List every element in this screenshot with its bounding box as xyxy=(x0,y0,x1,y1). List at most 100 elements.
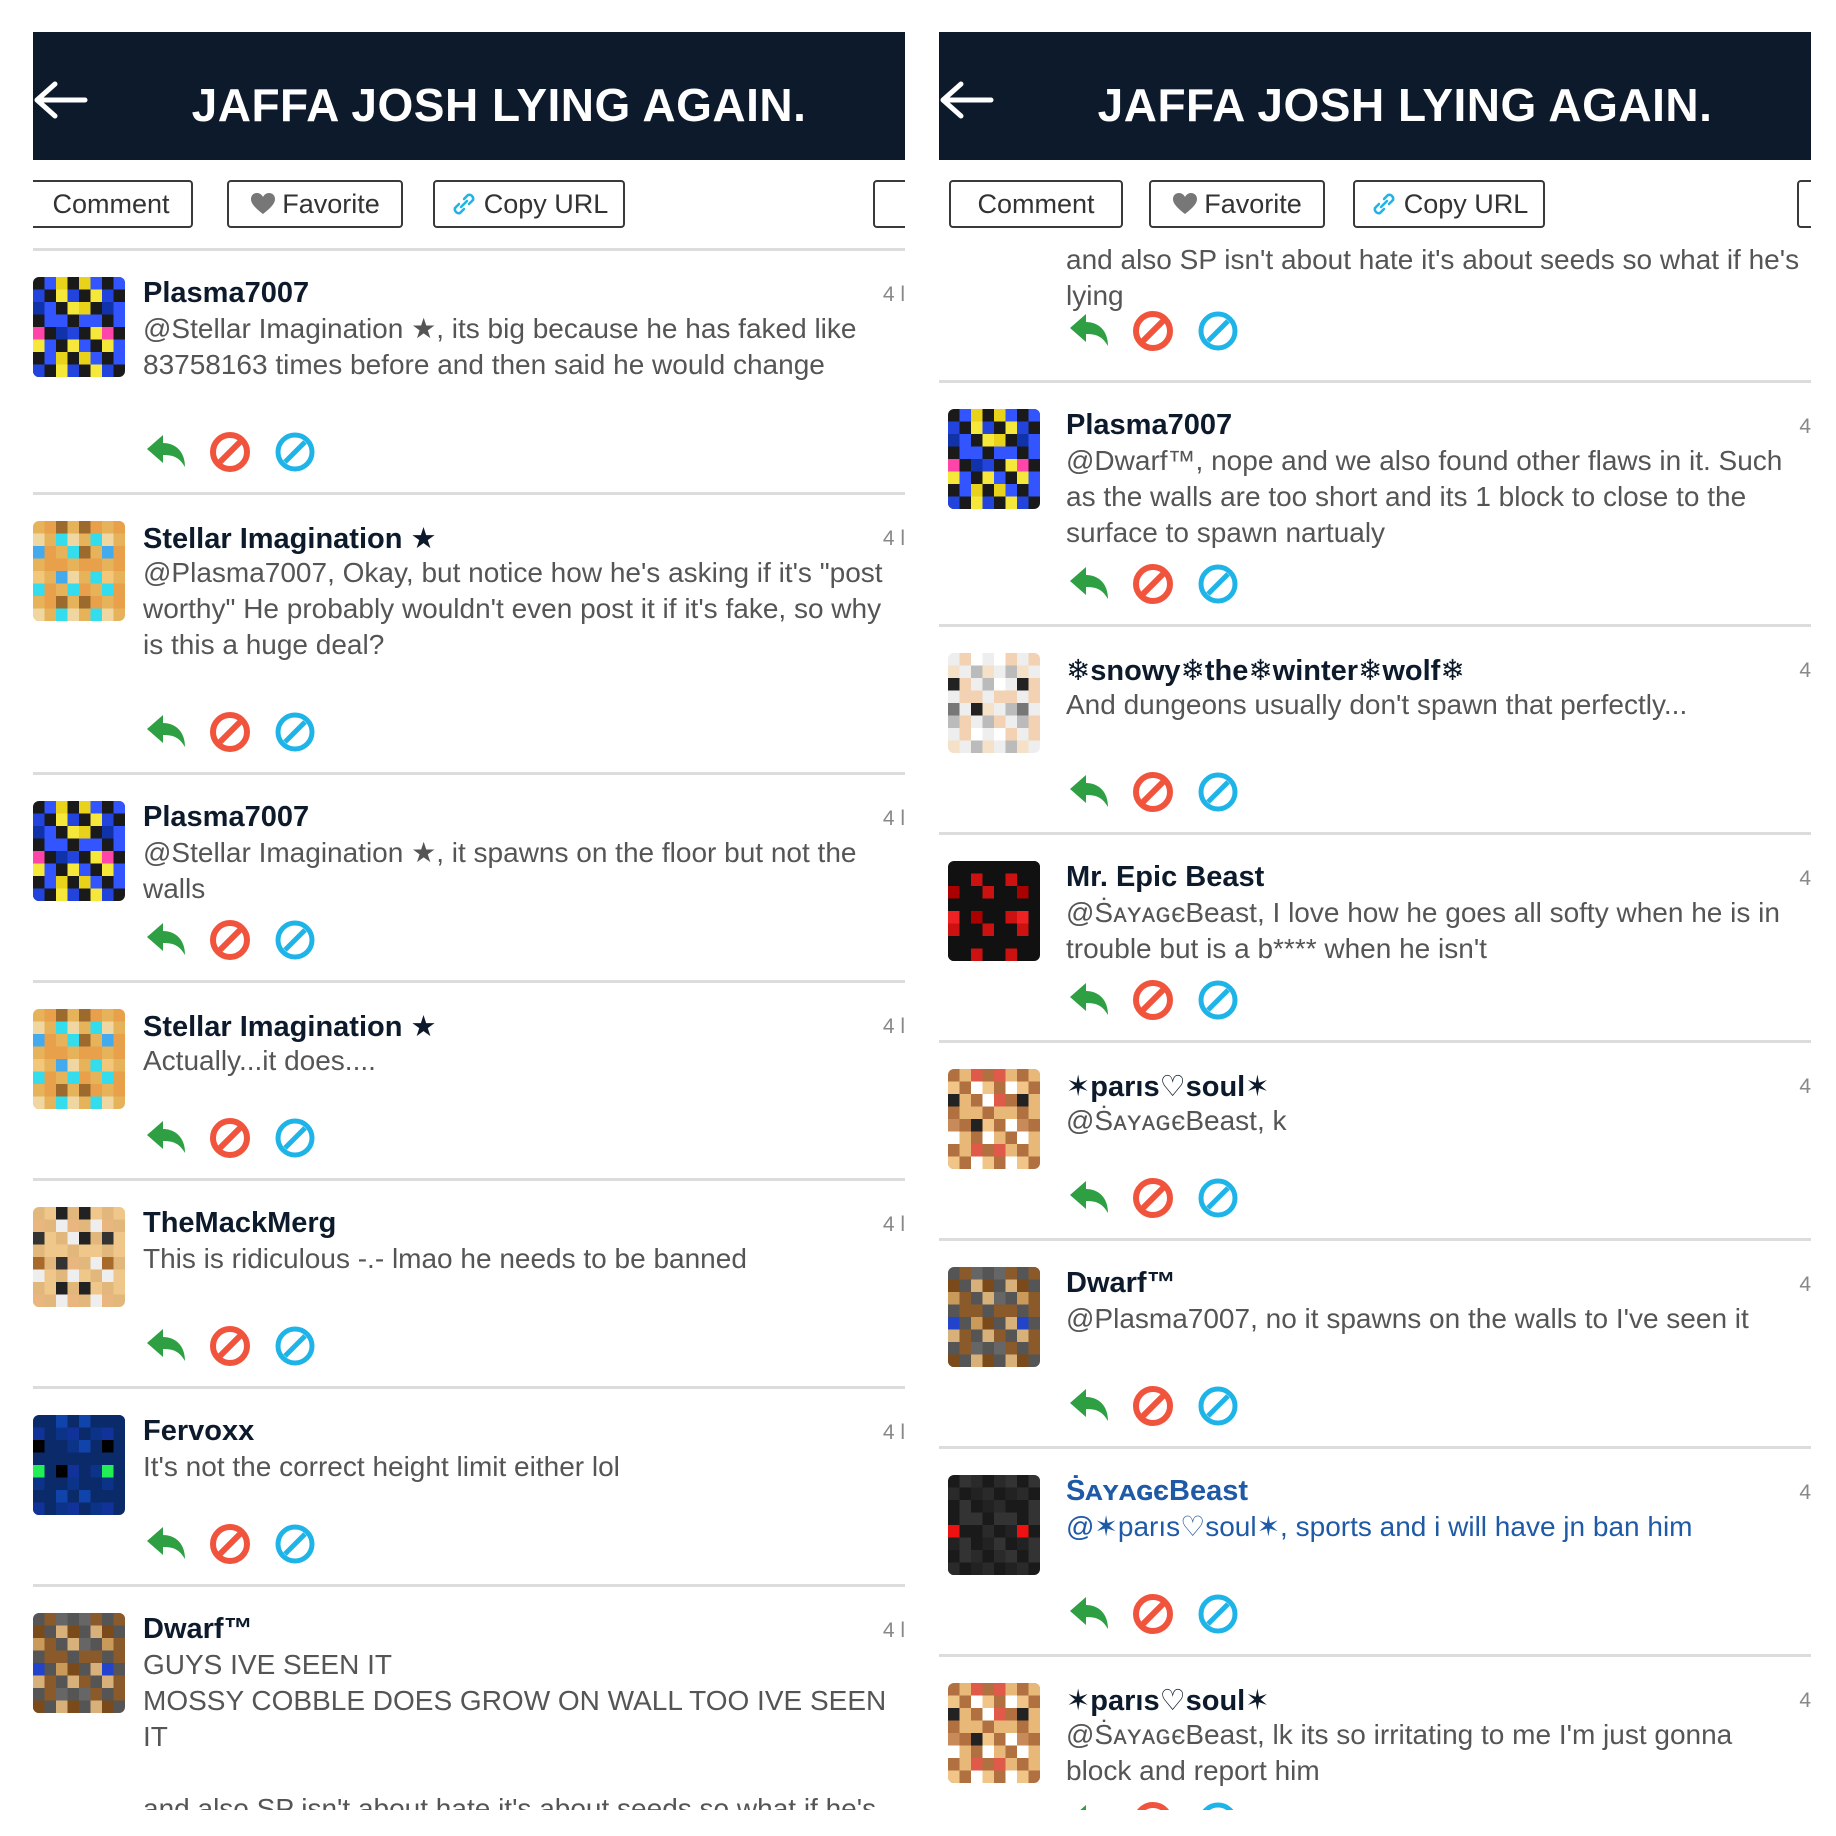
reply-arrow-icon[interactable] xyxy=(1066,769,1112,815)
block-icon[interactable] xyxy=(1130,1383,1176,1429)
favorite-button[interactable]: Favorite xyxy=(227,180,403,228)
flag-icon[interactable] xyxy=(272,429,318,475)
flag-icon[interactable] xyxy=(272,917,318,963)
avatar[interactable] xyxy=(33,1613,125,1713)
comment-button-label: Comment xyxy=(52,189,170,219)
timestamp: 4 xyxy=(1799,1273,1811,1296)
avatar[interactable] xyxy=(948,1069,1040,1169)
flag-icon[interactable] xyxy=(1195,1383,1241,1429)
block-icon[interactable] xyxy=(1130,769,1176,815)
reply-arrow-icon[interactable] xyxy=(1066,1799,1112,1810)
timestamp: 4 l xyxy=(882,283,905,306)
block-icon[interactable] xyxy=(1130,1591,1176,1637)
username[interactable]: Plasma7007 xyxy=(143,801,309,834)
reply-arrow-icon[interactable] xyxy=(143,429,189,475)
block-icon[interactable] xyxy=(1130,1175,1176,1221)
username[interactable]: Dwarf™ xyxy=(1066,1267,1176,1300)
reply-arrow-icon[interactable] xyxy=(143,709,189,755)
username[interactable]: ṠᴀʏᴀɢєBeast xyxy=(1066,1475,1248,1508)
reply-arrow-icon[interactable] xyxy=(1066,977,1112,1023)
avatar[interactable] xyxy=(948,861,1040,961)
username[interactable]: TheMackMerg xyxy=(143,1207,336,1240)
flag-icon[interactable] xyxy=(1195,1591,1241,1637)
heart-icon xyxy=(251,192,276,214)
avatar[interactable] xyxy=(948,409,1040,509)
comment-text: This is ridiculous -.- lmao he needs to … xyxy=(143,1243,747,1274)
avatar[interactable] xyxy=(948,653,1040,753)
block-icon[interactable] xyxy=(1130,1799,1176,1810)
flag-icon[interactable] xyxy=(272,1115,318,1161)
page-title: JAFFA JOSH LYING AGAIN. xyxy=(1097,79,1713,131)
username[interactable]: ❄snowy❄the❄winter❄wolf❄ xyxy=(1066,653,1465,688)
favorite-button-label: Favorite xyxy=(1204,189,1302,219)
reply-arrow-icon[interactable] xyxy=(1066,1175,1112,1221)
username[interactable]: Stellar Imagination ★ xyxy=(143,521,436,556)
username[interactable]: Stellar Imagination ★ xyxy=(143,1009,436,1044)
avatar[interactable] xyxy=(33,1415,125,1515)
avatar[interactable] xyxy=(33,521,125,621)
avatar[interactable] xyxy=(33,801,125,901)
comment-button[interactable]: Comment xyxy=(33,180,193,228)
avatar[interactable] xyxy=(948,1475,1040,1575)
username-text: ṠᴀʏᴀɢєBeast xyxy=(1066,1475,1249,1507)
block-icon[interactable] xyxy=(207,1521,253,1567)
flag-icon[interactable] xyxy=(272,1323,318,1369)
username-text: Mr. Epic Beast xyxy=(1066,861,1265,893)
reply-arrow-icon[interactable] xyxy=(1066,1591,1112,1637)
block-icon[interactable] xyxy=(1130,977,1176,1023)
block-icon[interactable] xyxy=(207,429,253,475)
flag-icon[interactable] xyxy=(272,709,318,755)
block-icon[interactable] xyxy=(207,709,253,755)
comment-item: Fervoxx 4 l It's not the correct height li… xyxy=(33,1389,905,1587)
reply-arrow-icon[interactable] xyxy=(143,1115,189,1161)
username[interactable]: Dwarf™ xyxy=(143,1613,253,1646)
avatar[interactable] xyxy=(33,1207,125,1307)
reply-arrow-icon[interactable] xyxy=(1066,1383,1112,1429)
flag-icon[interactable] xyxy=(1195,977,1241,1023)
block-icon[interactable] xyxy=(207,1115,253,1161)
username[interactable]: Mr. Epic Beast xyxy=(1066,861,1264,894)
flag-icon[interactable] xyxy=(1195,1799,1241,1810)
reply-arrow-icon[interactable] xyxy=(143,1521,189,1567)
back-arrow-icon[interactable] xyxy=(33,80,93,120)
share-button[interactable] xyxy=(873,180,905,228)
heart-icon xyxy=(1173,192,1198,214)
username[interactable]: ✶parıs♡soul✶ xyxy=(1066,1683,1270,1718)
copy-url-button[interactable]: Copy URL xyxy=(433,180,625,228)
comment-item: ✶parıs♡soul✶ 4 @ṠᴀʏᴀɢєBeast, lk its so irr… xyxy=(939,1657,1811,1810)
favorite-button[interactable]: Favorite xyxy=(1149,180,1325,228)
username-text: Fervoxx xyxy=(143,1415,255,1447)
username[interactable]: Plasma7007 xyxy=(1066,409,1232,442)
avatar[interactable] xyxy=(33,277,125,377)
username-text: ✶parıs♡soul✶ xyxy=(1066,1071,1270,1103)
flag-icon[interactable] xyxy=(1195,1175,1241,1221)
username[interactable]: ✶parıs♡soul✶ xyxy=(1066,1069,1270,1104)
avatar[interactable] xyxy=(948,1267,1040,1367)
avatar[interactable] xyxy=(33,1009,125,1109)
timestamp: 4 l xyxy=(882,1421,905,1444)
avatar[interactable] xyxy=(948,1683,1040,1783)
username[interactable]: Plasma7007 xyxy=(143,277,309,310)
comment-item: Dwarf™ 4 @Plasma7007, no it spawns on the … xyxy=(939,1241,1811,1449)
flag-icon[interactable] xyxy=(272,1521,318,1567)
back-arrow-icon[interactable] xyxy=(939,80,999,120)
share-button[interactable] xyxy=(1797,180,1811,228)
block-icon[interactable] xyxy=(1130,308,1176,354)
flag-icon[interactable] xyxy=(1195,561,1241,607)
block-icon[interactable] xyxy=(207,917,253,963)
reply-arrow-icon[interactable] xyxy=(1066,308,1112,354)
reply-arrow-icon[interactable] xyxy=(143,1323,189,1369)
comment-text: GUYS IVE SEEN IT MOSSY COBBLE DOES GROW … xyxy=(143,1649,887,1810)
flag-icon[interactable] xyxy=(1195,769,1241,815)
block-icon[interactable] xyxy=(207,1323,253,1369)
reply-arrow-icon[interactable] xyxy=(143,917,189,963)
username-text: Stellar Imagination xyxy=(143,1011,403,1043)
star-icon: ★ xyxy=(410,523,437,555)
navigation-bar: JAFFA JOSH LYING AGAIN. xyxy=(939,32,1811,160)
copy-url-button[interactable]: Copy URL xyxy=(1353,180,1545,228)
comment-button[interactable]: Comment xyxy=(949,180,1123,228)
block-icon[interactable] xyxy=(1130,561,1176,607)
reply-arrow-icon[interactable] xyxy=(1066,561,1112,607)
username[interactable]: Fervoxx xyxy=(143,1415,254,1448)
flag-icon[interactable] xyxy=(1195,308,1241,354)
